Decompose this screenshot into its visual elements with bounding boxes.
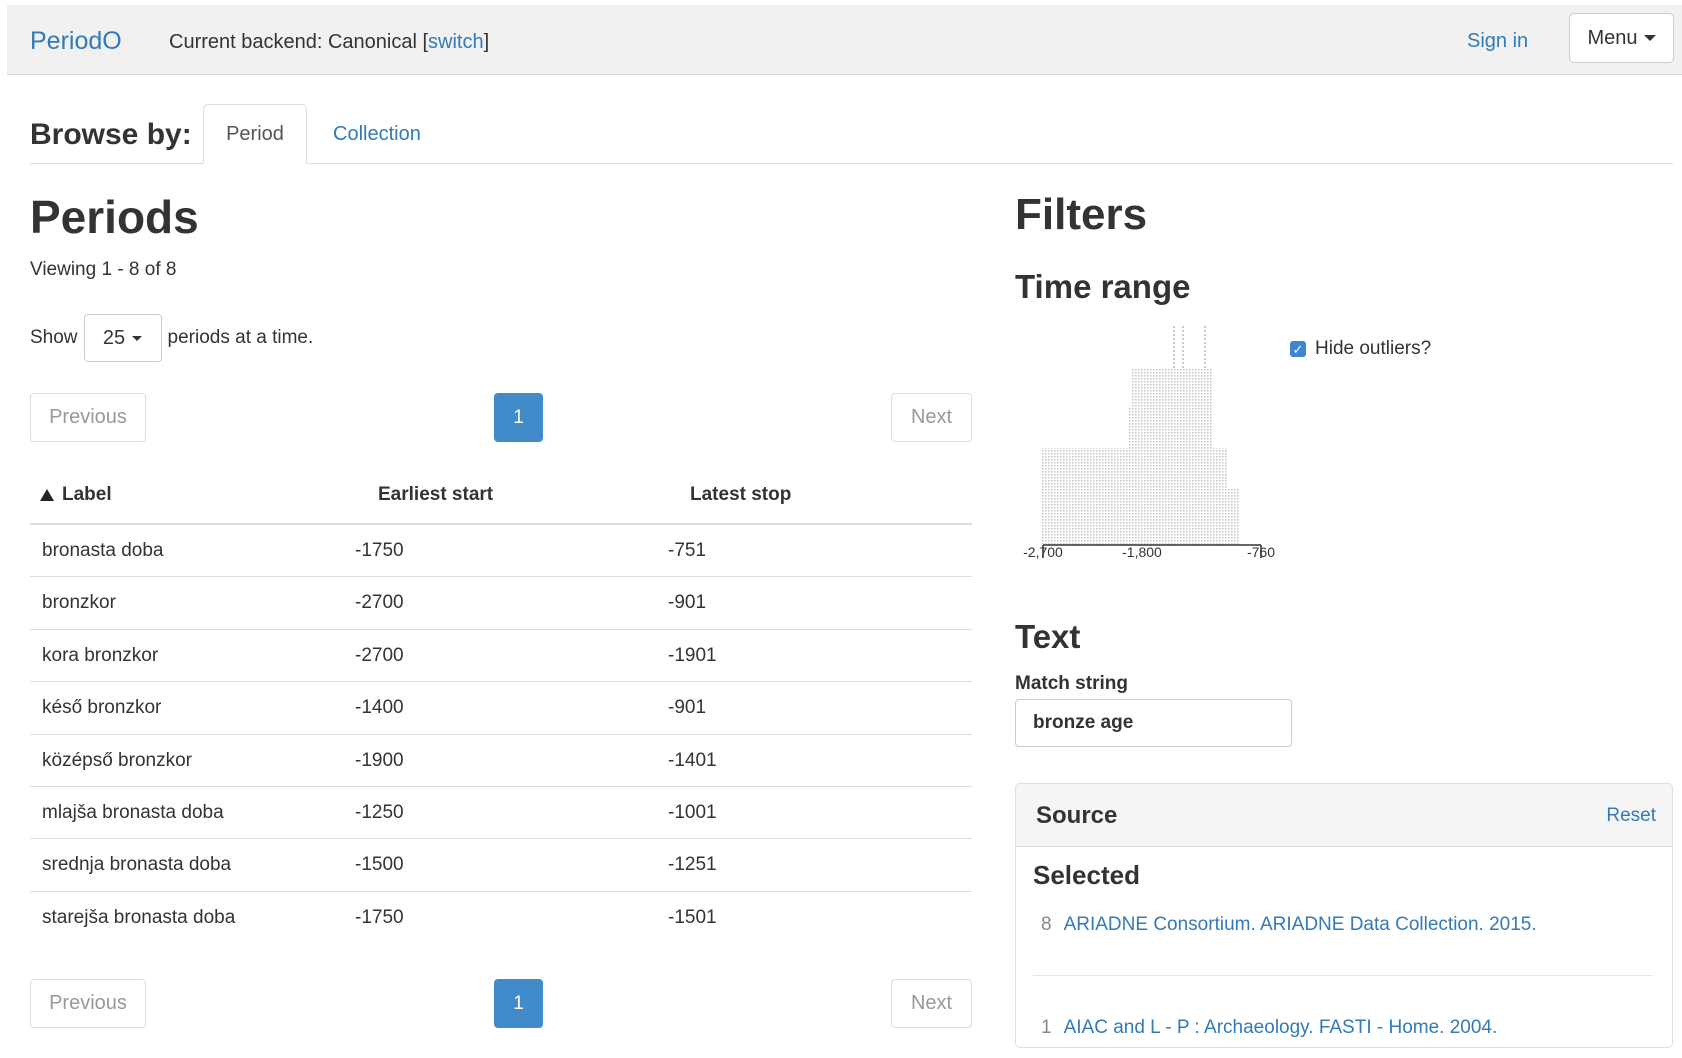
backend-prefix: Current backend: Canonical [ [169,31,429,53]
period-start: -1400 [355,697,404,719]
period-stop: -1401 [668,749,717,771]
source-item[interactable]: 8 ARIADNE Consortium. ARIADNE Data Colle… [1041,914,1537,936]
period-label: mlajša bronasta doba [42,801,224,823]
table-header: Label Earliest start Latest stop [30,474,972,525]
source-item[interactable]: 1 AIAC and L - P : Archaeology. FASTI - … [1041,1017,1497,1039]
column-header-latest-stop[interactable]: Latest stop [690,484,791,506]
browse-by-label: Browse by: [30,118,192,151]
period-start: -2700 [355,592,404,614]
viewing-count: Viewing 1 - 8 of 8 [30,259,177,280]
show-suffix: periods at a time. [167,327,314,348]
table-row[interactable]: bronzkor -2700 -901 [30,577,972,630]
period-start: -1900 [355,749,404,771]
period-start: -2700 [355,644,404,666]
page-1-button-top[interactable]: 1 [494,393,543,442]
match-string-input[interactable] [1015,699,1292,747]
previous-button-top[interactable]: Previous [30,393,146,442]
table-row[interactable]: srednja bronasta doba -1500 -1251 [30,839,972,892]
menu-button[interactable]: Menu [1569,13,1674,63]
period-start: -1250 [355,801,404,823]
page-1-button-bottom[interactable]: 1 [494,979,543,1028]
period-label: bronzkor [42,592,116,614]
histogram-bar [1128,408,1132,448]
source-count: 1 [1041,1017,1052,1038]
period-start: -1500 [355,854,404,876]
period-label: starejša bronasta doba [42,906,236,928]
top-navbar: PeriodO Current backend: Canonical [swit… [7,5,1682,75]
histogram-bar [1212,448,1227,545]
caret-down-icon [132,335,143,341]
source-link[interactable]: ARIADNE Consortium. ARIADNE Data Collect… [1064,914,1537,936]
match-string-label: Match string [1015,673,1128,694]
period-stop: -751 [668,540,707,561]
histogram-bar [1042,448,1132,545]
backend-suffix: ] [483,31,490,53]
table-row[interactable]: középső bronzkor -1900 -1401 [30,735,972,787]
axis-tick-label: -760 [1247,544,1275,560]
source-link[interactable]: AIAC and L - P : Archaeology. FASTI - Ho… [1064,1017,1498,1039]
tab-collection[interactable]: Collection [333,123,421,146]
checkbox-checked-icon[interactable]: ✓ [1290,341,1306,357]
period-stop: -901 [668,592,707,614]
period-label: késő bronzkor [42,697,162,719]
table-row[interactable]: bronasta doba -1750 -751 [30,525,972,578]
hide-outliers-toggle[interactable]: ✓ Hide outliers? [1290,338,1431,360]
period-label: kora bronzkor [42,644,159,666]
periods-heading: Periods [30,191,199,243]
column-header-label[interactable]: Label [40,484,112,506]
show-prefix: Show [30,327,78,348]
source-panel: Source Reset Selected 8 ARIADNE Consorti… [1015,783,1673,1048]
next-button-top[interactable]: Next [891,393,972,442]
selected-heading: Selected [1033,860,1140,890]
period-label: középső bronzkor [42,749,192,771]
brand-link[interactable]: PeriodO [30,27,122,56]
column-header-earliest-start[interactable]: Earliest start [378,484,493,506]
column-label-text: Label [62,484,112,505]
next-button-bottom[interactable]: Next [891,979,972,1028]
period-label: srednja bronasta doba [42,854,232,876]
period-start: -1750 [355,906,404,928]
period-start: -1750 [355,540,404,561]
sign-in-link[interactable]: Sign in [1467,30,1528,53]
previous-button-bottom[interactable]: Previous [30,979,146,1028]
source-reset-link[interactable]: Reset [1606,805,1656,827]
switch-backend-link[interactable]: switch [428,31,484,53]
filters-heading: Filters [1015,190,1148,239]
source-divider [1033,975,1653,976]
period-stop: -901 [668,697,707,719]
time-range-heading: Time range [1015,268,1191,305]
current-backend-text: Current backend: Canonical [switch] [169,31,489,54]
period-stop: -1501 [668,906,717,928]
axis-tick-label: -2,700 [1023,544,1063,560]
page-size-select[interactable]: 25 [83,314,162,362]
periods-table: Label Earliest start Latest stop bronast… [30,474,972,944]
hide-outliers-label: Hide outliers? [1315,338,1432,359]
axis-tick-label: -1,800 [1122,544,1162,560]
source-title: Source [1036,802,1118,829]
period-stop: -1901 [668,644,717,666]
sort-ascending-icon [40,489,54,501]
histogram-bar [1227,488,1239,545]
text-filter-heading: Text [1015,618,1081,655]
page-size-value: 25 [102,326,126,349]
table-row[interactable]: mlajša bronasta doba -1250 -1001 [30,787,972,840]
tab-period[interactable]: Period [203,104,307,164]
menu-label: Menu [1587,26,1638,49]
period-label: bronasta doba [42,540,164,561]
source-count: 8 [1041,914,1052,935]
source-panel-header: Source Reset [1016,784,1672,847]
period-stop: -1001 [668,801,717,823]
table-row[interactable]: starejša bronasta doba -1750 -1501 [30,892,972,944]
time-range-histogram[interactable]: -2,700 -1,800 -760 [1015,318,1285,563]
period-stop: -1251 [668,854,717,876]
page-size-control: Show 25 periods at a time. [30,313,313,363]
table-row[interactable]: késő bronzkor -1400 -901 [30,682,972,735]
histogram-bar [1132,368,1212,545]
caret-down-icon [1643,35,1656,41]
table-row[interactable]: kora bronzkor -2700 -1901 [30,630,972,683]
